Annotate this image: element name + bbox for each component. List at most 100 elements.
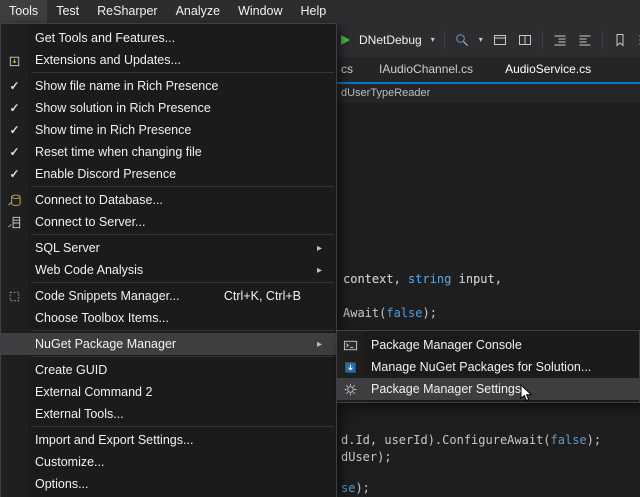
menu-item-create-guid[interactable]: Create GUID bbox=[1, 359, 336, 381]
nuget-submenu-popup: Package Manager Console Manage NuGet Pac… bbox=[336, 330, 640, 403]
menu-item-show-time[interactable]: ✓ Show time in Rich Presence bbox=[1, 119, 336, 141]
menu-item-import-export-settings[interactable]: Import and Export Settings... bbox=[1, 429, 336, 451]
toolbar-separator bbox=[444, 31, 445, 49]
checkmark-icon: ✓ bbox=[9, 101, 19, 115]
menu-item-customize[interactable]: Customize... bbox=[1, 451, 336, 473]
tab-audioservice[interactable]: AudioService.cs bbox=[489, 57, 607, 82]
menu-analyze[interactable]: Analyze bbox=[167, 0, 229, 23]
menu-item-external-command-2[interactable]: External Command 2 bbox=[1, 381, 336, 403]
submenu-arrow-icon: ▸ bbox=[317, 243, 322, 254]
menu-separator bbox=[31, 356, 334, 357]
code-fragment: dUser); bbox=[341, 450, 392, 464]
debug-target-label[interactable]: DNetDebug bbox=[359, 33, 422, 47]
menu-resharper[interactable]: ReSharper bbox=[88, 0, 166, 23]
chevron-down-icon[interactable]: ▾ bbox=[479, 36, 483, 44]
menu-item-web-code-analysis[interactable]: Web Code Analysis ▸ bbox=[1, 259, 336, 281]
gear-icon bbox=[343, 382, 358, 397]
menu-item-enable-discord[interactable]: ✓ Enable Discord Presence bbox=[1, 163, 336, 185]
new-window-icon[interactable] bbox=[492, 32, 508, 48]
menu-item-connect-server[interactable]: Connect to Server... bbox=[1, 211, 336, 233]
menu-item-label: Options... bbox=[35, 477, 89, 491]
submenu-arrow-icon: ▸ bbox=[317, 265, 322, 276]
menu-item-extensions[interactable]: Extensions and Updates... bbox=[1, 49, 336, 71]
menu-item-label: Show solution in Rich Presence bbox=[35, 101, 211, 115]
code-fragment: se); bbox=[341, 481, 370, 495]
menu-separator bbox=[31, 426, 334, 427]
menu-item-label: Show time in Rich Presence bbox=[35, 123, 191, 137]
menu-item-label: Extensions and Updates... bbox=[35, 53, 181, 67]
bookmark-icon[interactable] bbox=[612, 32, 628, 48]
vs-window: context, string input, context, string i… bbox=[0, 0, 640, 497]
code-snippets-icon bbox=[7, 289, 22, 304]
menu-item-connect-database[interactable]: Connect to Database... bbox=[1, 189, 336, 211]
menu-item-label: Package Manager Console bbox=[371, 338, 522, 352]
menu-help[interactable]: Help bbox=[292, 0, 336, 23]
menu-item-label: Connect to Database... bbox=[35, 193, 163, 207]
menu-separator bbox=[31, 234, 334, 235]
menu-bar: Tools Test ReSharper Analyze Window Help bbox=[0, 0, 640, 23]
extensions-icon bbox=[7, 53, 22, 68]
menu-item-package-manager-console[interactable]: Package Manager Console bbox=[337, 334, 639, 356]
tools-menu-popup: Get Tools and Features... Extensions and… bbox=[0, 23, 337, 497]
checkmark-icon: ✓ bbox=[9, 79, 19, 93]
split-window-icon[interactable] bbox=[517, 32, 533, 48]
code-fragment: d.Id, userId).ConfigureAwait(false); bbox=[341, 433, 601, 447]
manage-packages-icon bbox=[343, 360, 358, 375]
menu-item-manage-nuget-packages[interactable]: Manage NuGet Packages for Solution... bbox=[337, 356, 639, 378]
checkmark-icon: ✓ bbox=[9, 167, 19, 181]
menu-item-label: Choose Toolbox Items... bbox=[35, 311, 169, 325]
menu-window[interactable]: Window bbox=[229, 0, 291, 23]
chevron-down-icon[interactable]: ▾ bbox=[431, 36, 435, 44]
menu-item-label: Create GUID bbox=[35, 363, 107, 377]
menu-item-label: Reset time when changing file bbox=[35, 145, 202, 159]
connect-database-icon bbox=[7, 193, 22, 208]
menu-item-sql-server[interactable]: SQL Server ▸ bbox=[1, 237, 336, 259]
indent-decrease-icon[interactable] bbox=[552, 32, 568, 48]
menu-separator bbox=[31, 72, 334, 73]
menu-item-label: Package Manager Settings bbox=[371, 382, 521, 396]
menu-item-show-filename[interactable]: ✓ Show file name in Rich Presence bbox=[1, 75, 336, 97]
menu-separator bbox=[31, 282, 334, 283]
menu-tools[interactable]: Tools bbox=[0, 0, 47, 23]
menu-item-package-manager-settings[interactable]: Package Manager Settings bbox=[337, 378, 639, 400]
menu-item-get-tools[interactable]: Get Tools and Features... bbox=[1, 27, 336, 49]
menu-test[interactable]: Test bbox=[47, 0, 88, 23]
toolbar-separator bbox=[542, 31, 543, 49]
menu-item-label: Import and Export Settings... bbox=[35, 433, 193, 447]
connect-server-icon bbox=[7, 215, 22, 230]
menu-item-label: Customize... bbox=[35, 455, 104, 469]
checkmark-icon: ✓ bbox=[9, 123, 19, 137]
menu-separator bbox=[31, 330, 334, 331]
menu-item-label: Enable Discord Presence bbox=[35, 167, 176, 181]
menu-item-external-tools[interactable]: External Tools... bbox=[1, 403, 336, 425]
menu-item-label: SQL Server bbox=[35, 241, 100, 255]
menu-item-label: Manage NuGet Packages for Solution... bbox=[371, 360, 591, 374]
search-icon[interactable] bbox=[454, 32, 470, 48]
menu-item-choose-toolbox[interactable]: Choose Toolbox Items... bbox=[1, 307, 336, 329]
menu-item-label: Connect to Server... bbox=[35, 215, 145, 229]
tab-iaudiochannel[interactable]: IAudioChannel.cs bbox=[363, 57, 489, 82]
menu-item-options[interactable]: Options... bbox=[1, 473, 336, 495]
submenu-arrow-icon: ▸ bbox=[317, 339, 322, 350]
console-icon bbox=[343, 338, 358, 353]
indent-increase-icon[interactable] bbox=[577, 32, 593, 48]
tab-cut-file[interactable]: cs bbox=[338, 57, 363, 82]
menu-item-label: External Tools... bbox=[35, 407, 124, 421]
toolbar-separator bbox=[602, 31, 603, 49]
breadcrumb-member[interactable]: dUserTypeReader bbox=[341, 87, 430, 99]
checkmark-icon: ✓ bbox=[9, 145, 19, 159]
menu-item-shortcut: Ctrl+K, Ctrl+B bbox=[224, 289, 301, 303]
menu-item-label: External Command 2 bbox=[35, 385, 152, 399]
menu-item-reset-time[interactable]: ✓ Reset time when changing file bbox=[1, 141, 336, 163]
menu-item-label: Web Code Analysis bbox=[35, 263, 143, 277]
code-fragment: Await(false); bbox=[343, 306, 437, 320]
start-debug-icon[interactable] bbox=[341, 35, 350, 45]
menu-item-label: Code Snippets Manager... bbox=[35, 289, 180, 303]
menu-item-label: Get Tools and Features... bbox=[35, 31, 175, 45]
menu-item-label: NuGet Package Manager bbox=[35, 337, 176, 351]
menu-item-show-solution[interactable]: ✓ Show solution in Rich Presence bbox=[1, 97, 336, 119]
menu-item-code-snippets[interactable]: Code Snippets Manager... Ctrl+K, Ctrl+B bbox=[1, 285, 336, 307]
code-fragment: context, string input, bbox=[343, 272, 502, 286]
menu-separator bbox=[31, 186, 334, 187]
menu-item-nuget-package-manager[interactable]: NuGet Package Manager ▸ bbox=[1, 333, 336, 355]
